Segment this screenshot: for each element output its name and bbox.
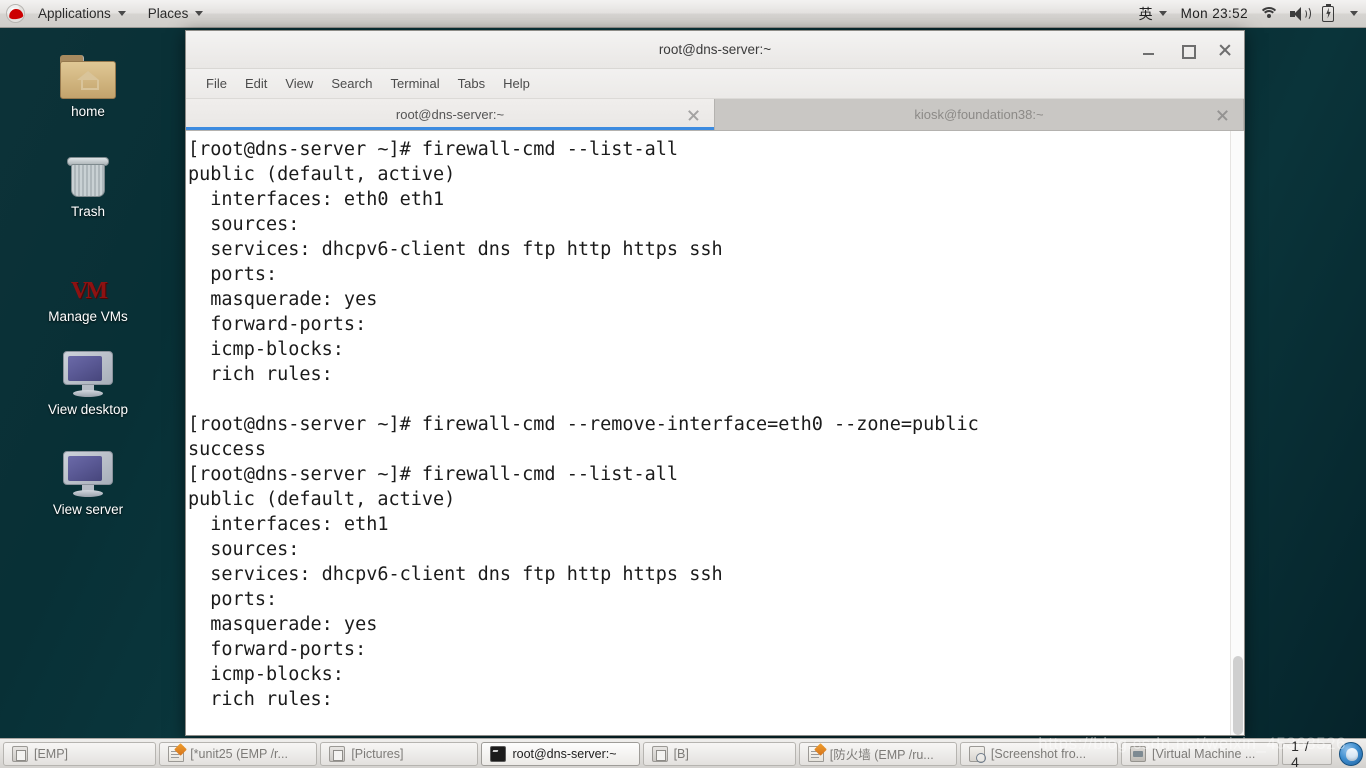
system-menu-caret-icon[interactable] <box>1350 11 1358 16</box>
taskbar-item-label: [Virtual Machine ... <box>1152 746 1256 761</box>
taskbar-item-virtual-machine[interactable]: [Virtual Machine ... <box>1121 741 1280 766</box>
desktop-icon-label: Trash <box>70 204 105 219</box>
menu-search[interactable]: Search <box>323 73 380 94</box>
vm-logo-icon: VM <box>18 250 158 304</box>
desktop-icon-trash[interactable]: Trash <box>18 145 158 219</box>
desktop-icon-label: Manage VMs <box>48 309 128 324</box>
terminal-tab-foundation38[interactable]: kiosk@foundation38:~ <box>715 99 1244 130</box>
desktop-icon-label: home <box>71 104 105 119</box>
taskbar-item-label: [Screenshot fro... <box>990 746 1087 761</box>
screenshot-icon <box>968 745 986 763</box>
terminal-window: root@dns-server:~ File Edit View Search … <box>185 30 1245 736</box>
top-panel: Applications Places 英 Mon 23:52 <box>0 0 1366 28</box>
menu-edit[interactable]: Edit <box>237 73 275 94</box>
terminal-scrollbar[interactable] <box>1230 131 1244 735</box>
input-method-indicator[interactable]: 英 <box>1137 2 1169 26</box>
menu-applications[interactable]: Applications <box>29 2 135 26</box>
taskbar-item-unit25[interactable]: [*unit25 (EMP /r... <box>159 741 318 766</box>
input-method-label: 英 <box>1138 5 1153 22</box>
monitor-icon <box>18 443 158 497</box>
taskbar-item-b[interactable]: [B] <box>642 741 796 766</box>
chevron-down-icon <box>1158 11 1167 16</box>
menu-view[interactable]: View <box>277 73 321 94</box>
desktop-icon-label: View desktop <box>47 402 129 417</box>
menu-bar: File Edit View Search Terminal Tabs Help <box>186 69 1244 99</box>
desktop-icon-view-desktop[interactable]: View desktop <box>18 343 158 417</box>
desktop-icon-view-server[interactable]: View server <box>18 443 158 517</box>
taskbar: [EMP] [*unit25 (EMP /r... [Pictures] roo… <box>0 738 1366 768</box>
menu-places[interactable]: Places <box>139 2 213 26</box>
maximize-icon[interactable] <box>1178 41 1196 59</box>
chevron-down-icon <box>195 11 204 16</box>
menu-terminal[interactable]: Terminal <box>383 73 448 94</box>
show-desktop-icon[interactable] <box>1339 741 1363 766</box>
text-editor-icon <box>168 745 185 762</box>
trash-icon <box>18 145 158 199</box>
terminal-tab-label: root@dns-server:~ <box>395 107 505 122</box>
menu-help[interactable]: Help <box>495 73 538 94</box>
window-controls <box>1140 31 1234 69</box>
clock[interactable]: Mon 23:52 <box>1181 6 1248 21</box>
redhat-logo-icon[interactable] <box>6 4 25 23</box>
terminal-content-area[interactable]: [root@dns-server ~]# firewall-cmd --list… <box>186 131 1244 735</box>
text-editor-icon <box>807 745 824 762</box>
close-icon[interactable] <box>1216 41 1234 59</box>
taskbar-item-emp[interactable]: [EMP] <box>3 741 157 766</box>
taskbar-item-screenshot[interactable]: [Screenshot fro... <box>959 741 1119 766</box>
system-tray: 英 Mon 23:52 <box>1133 2 1366 26</box>
terminal-icon <box>490 745 507 762</box>
terminal-scrollbar-thumb[interactable] <box>1233 656 1243 735</box>
monitor-icon <box>18 343 158 397</box>
terminal-tab-bar: root@dns-server:~ kiosk@foundation38:~ <box>186 99 1244 131</box>
taskbar-item-label: [Pictures] <box>351 746 404 761</box>
file-manager-icon <box>651 745 668 762</box>
volume-icon[interactable] <box>1290 5 1311 22</box>
menu-tabs[interactable]: Tabs <box>450 73 493 94</box>
taskbar-item-label: [*unit25 (EMP /r... <box>190 746 288 761</box>
taskbar-item-label: root@dns-server:~ <box>512 746 617 761</box>
menu-places-label: Places <box>147 6 189 21</box>
window-title-bar[interactable]: root@dns-server:~ <box>186 31 1244 69</box>
window-title: root@dns-server:~ <box>658 42 772 57</box>
taskbar-item-pictures[interactable]: [Pictures] <box>320 741 479 766</box>
terminal-tab-dns-server[interactable]: root@dns-server:~ <box>186 99 715 130</box>
vm-logo-glyph: VM <box>71 277 108 304</box>
minimize-icon[interactable] <box>1140 41 1158 59</box>
taskbar-item-label: [防火墙 (EMP /ru... <box>829 748 934 762</box>
taskbar-item-label: [B] <box>673 746 689 761</box>
taskbar-item-terminal[interactable]: root@dns-server:~ <box>481 741 640 766</box>
terminal-tab-label: kiosk@foundation38:~ <box>914 107 1044 122</box>
virtual-machine-icon <box>1130 745 1147 762</box>
taskbar-item-label: [EMP] <box>34 746 69 761</box>
file-manager-icon <box>12 745 28 762</box>
terminal-output: [root@dns-server ~]# firewall-cmd --list… <box>188 139 979 710</box>
tab-close-icon[interactable] <box>1216 108 1229 121</box>
menu-applications-label: Applications <box>38 6 111 21</box>
desktop-icon-label: View server <box>52 502 124 517</box>
chevron-down-icon <box>117 11 126 16</box>
home-folder-icon <box>18 45 158 99</box>
wifi-icon[interactable] <box>1260 6 1278 22</box>
tab-close-icon[interactable] <box>687 108 700 121</box>
taskbar-item-firewall-doc[interactable]: [防火墙 (EMP /ru... <box>798 741 957 766</box>
workspace-switcher[interactable]: 1 / 4 <box>1282 738 1332 768</box>
menu-file[interactable]: File <box>198 73 235 94</box>
desktop-icon-manage-vms[interactable]: VM Manage VMs <box>18 250 158 325</box>
file-manager-icon <box>329 745 346 762</box>
desktop-icon-home[interactable]: home <box>18 45 158 119</box>
battery-charging-icon[interactable] <box>1320 3 1338 22</box>
